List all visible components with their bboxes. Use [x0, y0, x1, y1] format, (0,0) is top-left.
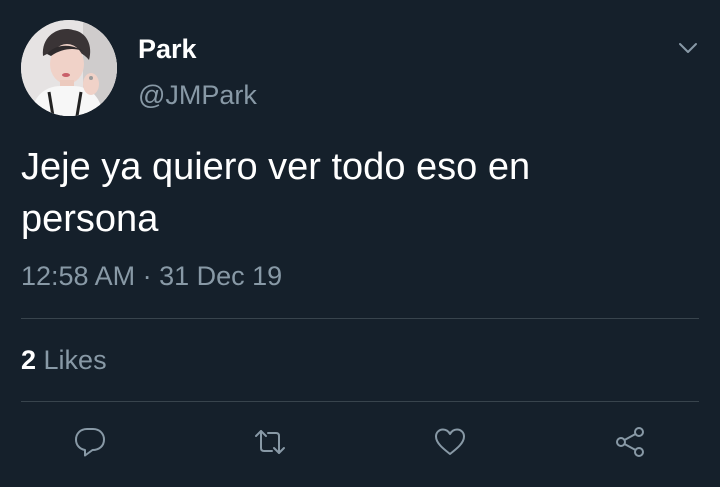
avatar[interactable] — [21, 20, 117, 116]
likes-count: 2 — [21, 345, 37, 375]
retweet-icon — [255, 430, 285, 454]
like-button[interactable] — [431, 423, 469, 461]
chevron-down-icon[interactable] — [676, 36, 700, 60]
comment-icon — [75, 428, 105, 457]
share-icon — [616, 427, 644, 457]
display-name[interactable]: Park — [138, 33, 197, 65]
divider — [21, 401, 699, 402]
divider — [21, 318, 699, 319]
timestamp-separator: · — [135, 261, 160, 291]
heart-icon — [435, 428, 465, 455]
likes-stat[interactable]: 2 Likes — [21, 343, 107, 377]
reply-button[interactable] — [71, 423, 109, 461]
share-button[interactable] — [611, 423, 649, 461]
likes-label: Likes — [36, 345, 107, 375]
tweet-text: Jeje ya quiero ver todo eso en persona — [21, 146, 531, 240]
tweet-time: 12:58 AM — [21, 261, 136, 291]
tweet-timestamp[interactable]: 12:58 AM · 31 Dec 19 — [21, 259, 282, 293]
username-handle[interactable]: @JMPark — [138, 79, 257, 111]
tweet-date: 31 Dec 19 — [159, 261, 283, 291]
profile-photo-icon — [21, 20, 117, 116]
retweet-button[interactable] — [251, 423, 289, 461]
